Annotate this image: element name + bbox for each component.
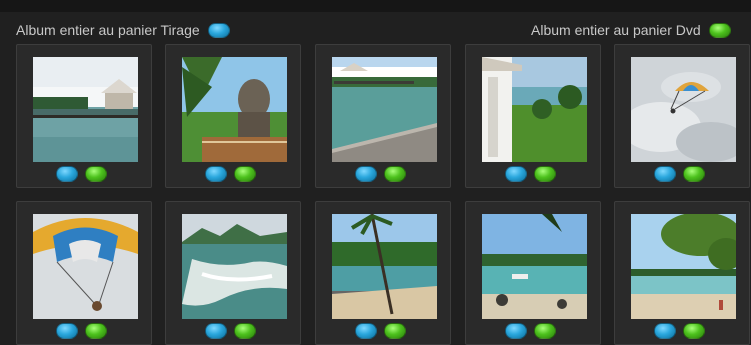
add-to-tirage-button[interactable] [205,323,227,339]
photo-action-buttons [205,323,265,341]
photo-tile [614,201,750,345]
add-to-dvd-button[interactable] [683,166,705,182]
photo-tile [16,201,152,345]
palm-beach-image [332,214,437,319]
photo-thumbnail[interactable] [482,214,587,319]
parasail-close-image [33,214,138,319]
photo-thumbnail[interactable] [182,57,287,162]
photo-thumbnail[interactable] [482,57,587,162]
photo-action-buttons [355,323,415,341]
photo-tile [614,44,750,188]
photo-thumbnail[interactable] [332,214,437,319]
add-to-tirage-button[interactable] [505,323,527,339]
add-to-tirage-button[interactable] [505,166,527,182]
photo-thumbnail[interactable] [631,57,736,162]
add-to-tirage-button[interactable] [56,323,78,339]
add-to-dvd-button[interactable] [384,323,406,339]
photo-thumbnail[interactable] [332,57,437,162]
photo-action-buttons [505,166,565,184]
photo-action-buttons [654,166,714,184]
add-to-dvd-button[interactable] [683,323,705,339]
stone-statue-image [182,57,287,162]
photo-thumbnail[interactable] [33,57,138,162]
photo-tile [315,44,451,188]
photo-thumbnail[interactable] [631,214,736,319]
photo-action-buttons [56,166,116,184]
add-to-dvd-button[interactable] [234,323,256,339]
photo-tile [465,44,601,188]
add-to-dvd-button[interactable] [234,166,256,182]
photo-thumbnail[interactable] [182,214,287,319]
garden-house-image [482,57,587,162]
add-to-dvd-button[interactable] [85,323,107,339]
tree-shore-image [631,214,736,319]
pier-pavilion-image [33,57,138,162]
add-to-tirage-button[interactable] [205,166,227,182]
album-panel: Album entier au panier Tirage Album enti… [0,0,751,345]
add-to-dvd-button[interactable] [85,166,107,182]
photo-action-buttons [355,166,415,184]
add-to-dvd-button[interactable] [384,166,406,182]
lagoon-boat-image [482,214,587,319]
add-to-tirage-button[interactable] [355,323,377,339]
photo-tile [16,44,152,188]
parasail-sky-image [631,57,736,162]
photo-tile [165,201,301,345]
add-to-tirage-button[interactable] [56,166,78,182]
photo-action-buttons [505,323,565,341]
add-to-tirage-button[interactable] [654,166,676,182]
add-to-tirage-button[interactable] [654,323,676,339]
jetty-lagoon-image [332,57,437,162]
photo-tile [165,44,301,188]
add-to-dvd-button[interactable] [534,166,556,182]
photo-tile [465,201,601,345]
photo-action-buttons [56,323,116,341]
photo-tile [315,201,451,345]
photo-action-buttons [654,323,714,341]
boat-wake-image [182,214,287,319]
photo-grid [0,0,751,345]
add-to-tirage-button[interactable] [355,166,377,182]
photo-thumbnail[interactable] [33,214,138,319]
add-to-dvd-button[interactable] [534,323,556,339]
photo-action-buttons [205,166,265,184]
